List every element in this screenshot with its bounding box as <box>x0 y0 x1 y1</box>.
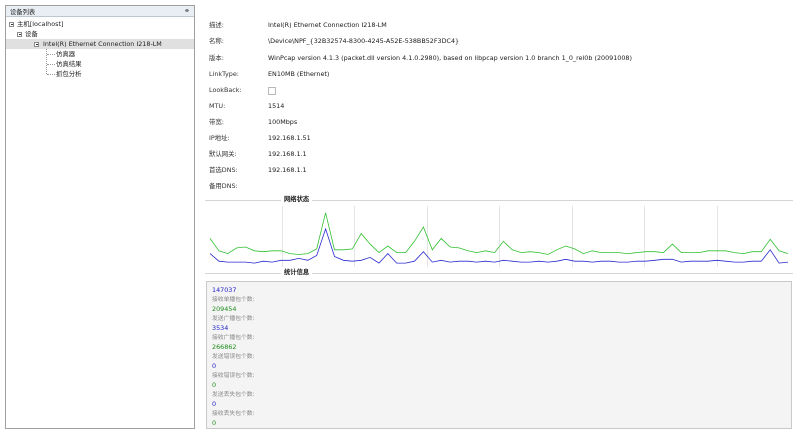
tree-item-simulator[interactable]: 仿真器 <box>6 49 194 59</box>
info-row-bandwidth: 带宽: 100Mbps <box>209 116 297 128</box>
stat-label: 接收广播包个数: <box>212 334 255 341</box>
info-value: 192.168.1.51 <box>268 134 311 142</box>
collapse-icon[interactable] <box>9 21 14 27</box>
loopback-checkbox[interactable] <box>268 87 276 95</box>
info-row-version: 版本: WinPcap version 4.1.3 (packet.dll ve… <box>209 52 632 64</box>
tree-item-adapter[interactable]: Intel(R) Ethernet Connection I218-LM <box>6 39 194 49</box>
network-chart <box>209 206 789 267</box>
collapse-icon[interactable] <box>34 41 39 47</box>
stat-value: 0 <box>212 419 217 427</box>
info-value: 192.168.1.1 <box>268 150 307 158</box>
network-chart-svg <box>209 206 789 267</box>
stats-title: 统计信息 <box>281 267 313 276</box>
info-value: 100Mbps <box>268 118 298 126</box>
info-row-description: 描述: Intel(R) Ethernet Connection I218-LM <box>209 19 387 31</box>
info-value: \Device\NPF_{32B32574-8300-4245-A52E-538… <box>268 37 460 45</box>
info-value: 192.168.1.1 <box>268 166 307 174</box>
stat-value: 147037 <box>212 286 237 294</box>
panel-title: 设备列表 <box>10 8 36 16</box>
tree-item-host[interactable]: 主机[localhost] <box>6 19 194 29</box>
network-status-title: 网络状态 <box>281 194 313 203</box>
stat-item: 0 接收丢失包个数: <box>212 400 791 419</box>
tree-connector <box>47 54 55 55</box>
info-label: MTU: <box>209 102 226 110</box>
stat-label: 发送错误包个数: <box>212 353 255 360</box>
info-row-dns-secondary: 备用DNS: <box>209 180 268 192</box>
tree-item-devices[interactable]: 设备 <box>6 29 194 39</box>
stat-item: 147037 接收单播包个数: <box>212 286 791 305</box>
info-row-loopback: LookBack: <box>209 84 276 96</box>
info-value: EN10MB (Ethernet) <box>268 70 330 78</box>
stat-item: 0 接收错误包个数: <box>212 362 791 381</box>
stat-item: 0 发送丢失包个数: <box>212 381 791 400</box>
stat-value: 0 <box>212 381 217 389</box>
info-label: 名称: <box>209 37 224 45</box>
info-row-dns-primary: 首选DNS: 192.168.1.1 <box>209 164 307 176</box>
info-value: Intel(R) Ethernet Connection I218-LM <box>268 21 387 29</box>
stat-label: 发送广播包个数: <box>212 315 255 322</box>
info-label: 描述: <box>209 21 224 29</box>
info-label: 备用DNS: <box>209 182 238 190</box>
tree-item-devices-label: 设备 <box>25 30 38 38</box>
info-label: 默认网关: <box>209 150 237 158</box>
device-detail-panel: 描述: Intel(R) Ethernet Connection I218-LM… <box>201 5 797 429</box>
tree-item-capture-label: 抓包分析 <box>56 70 82 78</box>
panel-header: 设备列表 ⚭ <box>6 6 194 17</box>
stat-label: 接收丢失包个数: <box>212 410 255 417</box>
stat-value: 209454 <box>212 305 237 313</box>
stat-value: 3534 <box>212 324 229 332</box>
info-value: 1514 <box>268 102 285 110</box>
tree-connector <box>47 64 55 65</box>
stat-item: 209454 发送广播包个数: <box>212 305 791 324</box>
info-label: IP地址: <box>209 134 230 142</box>
info-label: 带宽: <box>209 118 224 126</box>
tree-item-simulator-label: 仿真器 <box>56 50 76 58</box>
info-row-name: 名称: \Device\NPF_{32B32574-8300-4245-A52E… <box>209 35 459 47</box>
stat-label: 发送丢失包个数: <box>212 391 255 398</box>
stat-label: 接收错误包个数: <box>212 372 255 379</box>
device-tree: 主机[localhost] 设备 Intel(R) Ethernet Conne… <box>6 17 194 79</box>
tree-item-host-label: 主机[localhost] <box>17 20 64 28</box>
info-label: 版本: <box>209 54 224 62</box>
info-label: LinkType: <box>209 70 239 78</box>
stat-item: 266862 发送错误包个数: <box>212 343 791 362</box>
pin-icon[interactable]: ⚭ <box>184 7 190 15</box>
stat-value: 0 <box>212 400 217 408</box>
info-row-ip: IP地址: 192.168.1.51 <box>209 132 311 144</box>
stat-item: 3534 接收广播包个数: <box>212 324 791 343</box>
info-row-mtu: MTU: 1514 <box>209 100 284 112</box>
tree-connector <box>47 74 55 75</box>
collapse-icon[interactable] <box>17 31 22 37</box>
info-label: LookBack: <box>209 86 242 94</box>
tree-item-capture[interactable]: 抓包分析 <box>6 69 194 79</box>
device-list-panel: 设备列表 ⚭ 主机[localhost] 设备 Intel(R) Etherne… <box>5 5 195 429</box>
info-value: WinPcap version 4.1.3 (packet.dll versio… <box>268 54 632 62</box>
tree-item-sim-results[interactable]: 仿真结果 <box>6 59 194 69</box>
info-row-gateway: 默认网关: 192.168.1.1 <box>209 148 307 160</box>
stat-item: 0 <box>212 419 791 429</box>
tree-item-adapter-label: Intel(R) Ethernet Connection I218-LM <box>43 40 162 48</box>
tree-item-sim-results-label: 仿真结果 <box>56 60 82 68</box>
stat-label: 接收单播包个数: <box>212 296 255 303</box>
stat-value: 266862 <box>212 343 237 351</box>
stats-box: 147037 接收单播包个数: 209454 发送广播包个数: 3534 接收广… <box>206 281 792 429</box>
stat-value: 0 <box>212 362 217 370</box>
info-row-linktype: LinkType: EN10MB (Ethernet) <box>209 68 329 80</box>
info-label: 首选DNS: <box>209 166 238 174</box>
